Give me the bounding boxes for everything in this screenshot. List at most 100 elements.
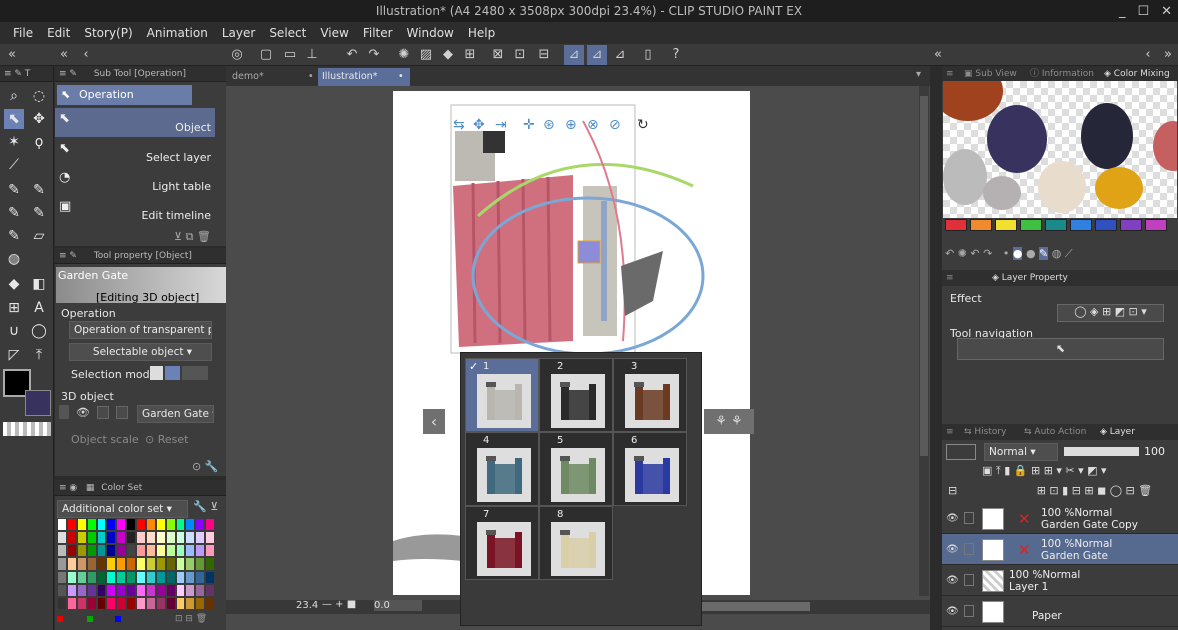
color-swatch[interactable] — [76, 596, 87, 610]
layer-lock-box[interactable] — [964, 605, 974, 617]
tool-nav-button[interactable]: ⬉ — [957, 338, 1164, 360]
decoration-icon[interactable]: ✎ — [4, 226, 24, 246]
menu-filter[interactable]: Filter — [356, 26, 400, 40]
undo-icon[interactable]: ↶ — [344, 47, 360, 63]
color-swatch[interactable] — [116, 531, 127, 545]
color-swatch[interactable] — [145, 596, 156, 610]
color-swatch[interactable] — [205, 596, 215, 610]
tab-auto-action[interactable]: ⇆ Auto Action — [1024, 424, 1086, 440]
gradient-icon[interactable]: ◧ — [29, 274, 49, 294]
collapse-right-icon[interactable]: « — [930, 47, 946, 63]
mode-single-icon[interactable] — [150, 366, 163, 380]
tab-demo[interactable]: demo* • — [228, 68, 316, 86]
pen-icon[interactable]: ✎ — [4, 180, 24, 200]
panel-menu-icon[interactable]: ≡ — [946, 270, 954, 286]
color-swatch[interactable] — [165, 557, 176, 571]
color-swatch[interactable] — [165, 583, 176, 597]
color-swatch[interactable] — [145, 544, 156, 558]
color-swatch[interactable] — [205, 518, 215, 532]
color-swatch[interactable] — [205, 583, 215, 597]
crop-icon[interactable]: ⊟ — [536, 47, 552, 63]
blue-swatch-icon[interactable] — [115, 616, 121, 622]
color-swatch[interactable] — [195, 596, 206, 610]
operation-dropdown[interactable]: Operation of transparent part — [69, 321, 212, 339]
color-swatch[interactable] — [116, 557, 127, 571]
tab-history[interactable]: ⇆ History — [964, 424, 1006, 440]
color-swatch[interactable] — [175, 531, 186, 545]
color-swatch[interactable] — [155, 544, 166, 558]
zoom-controls[interactable]: — + ■ — [322, 599, 356, 610]
color-swatch[interactable] — [106, 596, 117, 610]
color-swatch[interactable] — [106, 544, 117, 558]
tab-close-icon[interactable]: • — [398, 68, 404, 86]
color-swatch[interactable] — [76, 544, 87, 558]
color-swatch[interactable] — [106, 531, 117, 545]
palette-color-swatch[interactable] — [1145, 219, 1167, 231]
text-icon[interactable]: A — [29, 298, 49, 318]
layer-row[interactable]: 👁 100 %Normal Layer 1 — [942, 565, 1178, 596]
color-mixing-tools[interactable]: ↶ ✺ ↶ ↷ • ● ● ✎ ◍ ⟋ — [945, 247, 1175, 263]
balloon-icon[interactable]: ◯ — [29, 321, 49, 341]
opacity-slider[interactable] — [1064, 447, 1139, 456]
opacity-value[interactable]: 100 — [1144, 445, 1165, 458]
close-button[interactable]: ✕ — [1161, 4, 1172, 19]
tab-color-mixing[interactable]: ◈ Color Mixing — [1104, 66, 1170, 82]
color-swatch[interactable] — [195, 557, 206, 571]
color-swatch[interactable] — [185, 557, 196, 571]
deselect-icon[interactable]: ⊠ — [490, 47, 506, 63]
color-swatch[interactable] — [175, 596, 186, 610]
color-swatch[interactable] — [205, 544, 215, 558]
color-swatch[interactable] — [66, 583, 77, 597]
colorset-settings-icon[interactable]: 🔧 ⊻ — [193, 500, 218, 513]
color-swatch[interactable] — [57, 583, 67, 597]
help-icon[interactable]: ? — [668, 47, 684, 63]
visibility-eye-icon[interactable]: 👁 — [946, 606, 959, 617]
color-swatch[interactable] — [165, 518, 176, 532]
visibility-eye-icon[interactable]: 👁 — [946, 575, 959, 586]
color-swatch[interactable] — [126, 570, 136, 584]
color-swatch[interactable] — [175, 518, 186, 532]
subtool-item-light-table[interactable]: ◔ Light table — [55, 167, 215, 196]
tab-subview[interactable]: ▣ Sub View — [964, 66, 1017, 82]
color-swatch[interactable] — [116, 570, 127, 584]
color-swatch[interactable] — [86, 596, 97, 610]
pencil-icon[interactable]: ✎ — [29, 180, 49, 200]
menu-story[interactable]: Story(P) — [77, 26, 139, 40]
move-layer-icon[interactable]: ✥ — [29, 109, 49, 129]
collapse-left-icon[interactable]: « — [4, 47, 20, 63]
palette-color-swatch[interactable] — [995, 219, 1017, 231]
color-swatch[interactable] — [57, 544, 67, 558]
subtool-actions[interactable]: ⊻ ⧉ 🗑 — [174, 230, 211, 244]
color-swatch[interactable] — [185, 531, 196, 545]
prev-icon[interactable]: ‹ — [1140, 47, 1156, 63]
color-swatch[interactable] — [195, 518, 206, 532]
color-swatch[interactable] — [66, 531, 77, 545]
color-swatch[interactable] — [136, 557, 146, 571]
color-swatch[interactable] — [86, 557, 97, 571]
color-swatch[interactable] — [106, 570, 117, 584]
variation-cell[interactable]: 8 — [539, 506, 613, 580]
tab-layer-property[interactable]: ◈ Layer Property — [992, 270, 1068, 286]
color-swatch[interactable] — [96, 596, 107, 610]
color-swatch[interactable] — [145, 570, 156, 584]
mode-multi-icon[interactable] — [165, 366, 180, 380]
color-swatch[interactable] — [106, 557, 117, 571]
color-swatch[interactable] — [185, 596, 196, 610]
palette-color-swatch[interactable] — [1045, 219, 1067, 231]
menu-select[interactable]: Select — [262, 26, 313, 40]
color-swatch[interactable] — [145, 531, 156, 545]
color-swatch[interactable] — [205, 570, 215, 584]
lasso-icon[interactable]: ϙ — [29, 132, 49, 152]
ruler-snap-icon[interactable]: ⊿ — [564, 45, 584, 65]
color-swatch[interactable] — [57, 557, 67, 571]
collapse-icon[interactable]: « — [56, 47, 72, 63]
menu-layer[interactable]: Layer — [215, 26, 262, 40]
brush-icon[interactable]: ✎ — [4, 203, 24, 223]
clip-studio-icon[interactable]: ◎ — [229, 47, 245, 63]
tab-menu-icon[interactable]: ▾ — [916, 69, 921, 80]
color-swatch[interactable] — [66, 557, 77, 571]
palette-color-swatch[interactable] — [970, 219, 992, 231]
layer-lock-box[interactable] — [964, 512, 974, 524]
green-swatch-icon[interactable] — [87, 616, 93, 622]
tab-illustration[interactable]: Illustration* • — [318, 68, 410, 86]
